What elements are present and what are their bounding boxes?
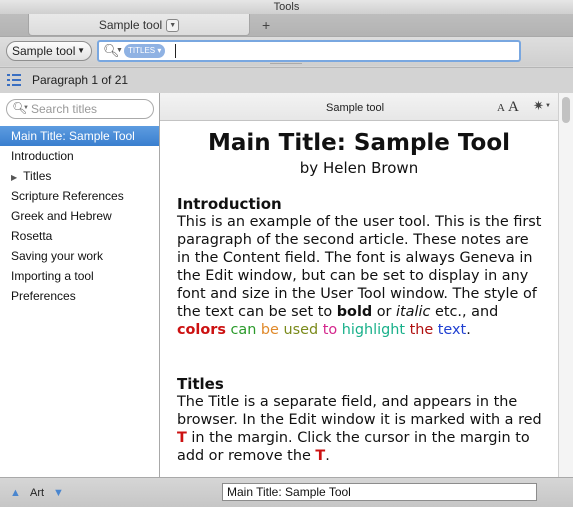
sidebar-item-main-title[interactable]: Main Title: Sample Tool (0, 126, 159, 146)
sidebar-search-input[interactable]: 🔍︎ ▼ Search titles (6, 99, 154, 119)
sidebar-item-rosetta[interactable]: Rosetta (0, 226, 159, 246)
sidebar-item-label: Rosetta (11, 229, 53, 243)
bottom-bar: ▲ Art ▼ Main Title: Sample Tool (0, 477, 573, 507)
sidebar-item-importing-a-tool[interactable]: Importing a tool (0, 266, 159, 286)
sidebar-item-label: Scripture References (11, 189, 124, 203)
section-body-titles: The Title is a separate field, and appea… (177, 394, 542, 464)
content-pane: Sample tool A A ✷ ▼ Main Title: Sample T… (160, 93, 558, 477)
sidebar-item-label: Greek and Hebrew (11, 209, 112, 223)
window-title: Tools (0, 0, 573, 15)
sidebar-item-titles[interactable]: ▶ Titles (0, 166, 159, 186)
search-scope-token-label: TITLES (128, 46, 156, 55)
gear-icon[interactable]: ✷ (533, 98, 544, 114)
tab-bar: Sample tool ▼ + (0, 14, 573, 37)
tool-select[interactable]: Sample tool ▼ (6, 41, 92, 61)
disclosure-triangle-icon[interactable]: ▶ (11, 173, 17, 182)
add-tab-button[interactable]: + (262, 17, 270, 33)
scrollbar-thumb[interactable] (562, 97, 570, 123)
status-field[interactable]: Main Title: Sample Tool (222, 483, 537, 501)
sidebar-item-label: Saving your work (11, 249, 104, 263)
sidebar: 🔍︎ ▼ Search titles Main Title: Sample To… (0, 93, 160, 477)
section-body-introduction: This is an example of the user tool. Thi… (177, 214, 542, 338)
tool-select-value: Sample tool (12, 44, 76, 58)
sidebar-item-greek-and-hebrew[interactable]: Greek and Hebrew (0, 206, 159, 226)
art-label: Art (30, 487, 45, 499)
sidebar-item-label: Preferences (11, 289, 76, 303)
sidebar-item-label: Importing a tool (11, 269, 94, 283)
sidebar-item-preferences[interactable]: Preferences (0, 286, 159, 306)
up-triangle-icon[interactable]: ▲ (10, 487, 21, 499)
list-icon[interactable] (7, 74, 21, 86)
document-author: by Helen Brown (299, 159, 419, 177)
content-scrollbar[interactable] (558, 93, 573, 477)
tab-sample-tool[interactable]: Sample tool ▼ (28, 14, 250, 36)
tab-label: Sample tool (98, 18, 163, 32)
chevron-down-icon: ▼ (23, 105, 29, 111)
down-triangle-icon[interactable]: ▼ (53, 487, 64, 499)
toolbar: Sample tool ▼ 🔍︎ ▼ TITLES ▾ (0, 37, 573, 66)
sidebar-item-saving-your-work[interactable]: Saving your work (0, 246, 159, 266)
font-larger-button[interactable]: A (508, 99, 519, 116)
content-header-title: Sample tool (326, 102, 385, 114)
search-input[interactable]: 🔍︎ ▼ TITLES ▾ (97, 40, 521, 62)
sidebar-item-label: Titles (23, 169, 52, 183)
sidebar-item-label: Main Title: Sample Tool (11, 129, 135, 143)
content-header: Sample tool A A ✷ ▼ (160, 93, 558, 121)
tab-menu-icon[interactable]: ▼ (166, 19, 180, 33)
section-heading-titles: Titles (177, 375, 224, 393)
chevron-down-icon: ▼ (77, 46, 85, 55)
paragraph-counter: Paragraph 1 of 21 (32, 73, 129, 87)
document-title: Main Title: Sample Tool (207, 130, 511, 156)
sidebar-item-introduction[interactable]: Introduction (0, 146, 159, 166)
sidebar-item-label: Introduction (11, 149, 74, 163)
search-scope-chevron-icon: ▼ (116, 47, 123, 54)
search-scope-token[interactable]: TITLES ▾ (124, 44, 166, 58)
text-caret (175, 44, 176, 58)
sidebar-item-scripture-references[interactable]: Scripture References (0, 186, 159, 206)
section-heading-introduction: Introduction (177, 195, 282, 213)
font-smaller-button[interactable]: A (497, 102, 505, 114)
paragraph-bar: Paragraph 1 of 21 (0, 67, 573, 94)
chevron-down-icon: ▼ (545, 103, 551, 109)
sidebar-search-placeholder: Search titles (31, 102, 98, 116)
